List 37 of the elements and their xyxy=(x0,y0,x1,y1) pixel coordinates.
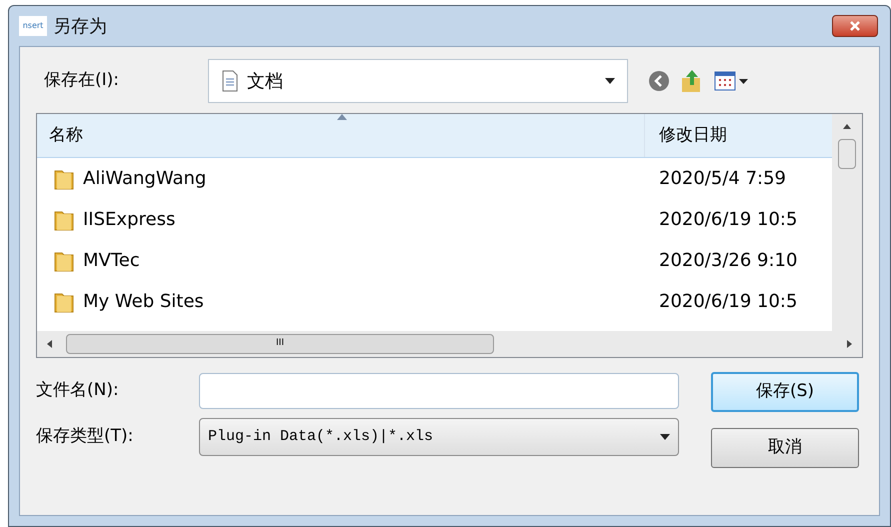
app-icon: nsert xyxy=(19,16,47,36)
date-cell-text: 2020/6/19 10:5 xyxy=(658,208,798,232)
horizontal-scrollbar[interactable]: III xyxy=(37,331,862,357)
date-cell-text: 2020/6/19 10:5 xyxy=(658,290,798,314)
dropdown-caret-icon xyxy=(660,434,670,440)
location-value: 文档 xyxy=(247,70,284,94)
scroll-right-icon xyxy=(847,340,852,348)
file-item[interactable]: IISExpress xyxy=(37,206,645,233)
scroll-thumb[interactable]: III xyxy=(66,334,494,354)
dialog-button[interactable]: 保存(S) xyxy=(711,372,859,412)
date-cell-text: 2020/5/4 7:59 xyxy=(658,167,786,191)
file-name-label: 文件名(N): xyxy=(36,379,120,402)
close-button[interactable] xyxy=(832,15,878,37)
window-title: 另存为 xyxy=(53,14,107,38)
date-cell-text: 2020/3/26 9:10 xyxy=(658,249,798,273)
caret-icon xyxy=(739,78,748,84)
file-item[interactable]: My Web Sites xyxy=(37,288,645,315)
scroll-left-icon xyxy=(47,340,52,348)
file-type-label: 保存类型(T): xyxy=(36,425,134,448)
file-item[interactable]: AliWangWang xyxy=(37,165,645,192)
file-name-field[interactable] xyxy=(199,373,679,409)
view-menu-button[interactable] xyxy=(714,71,748,91)
column-header[interactable]: 修改日期 xyxy=(645,114,832,157)
document-icon xyxy=(221,70,239,92)
scroll-up-icon xyxy=(843,124,851,129)
grid-view-icon xyxy=(714,71,736,91)
dropdown-caret-icon xyxy=(605,78,615,84)
scroll-thumb[interactable] xyxy=(838,139,856,169)
back-icon[interactable] xyxy=(648,70,670,92)
file-type-dropdown[interactable]: Plug-in Data(*.xls)|*.xls xyxy=(199,418,679,456)
dialog-button[interactable]: 取消 xyxy=(711,428,859,468)
location-dropdown[interactable]: 文档 xyxy=(208,59,628,103)
vertical-scrollbar[interactable] xyxy=(832,114,862,331)
close-icon xyxy=(849,20,861,32)
file-item[interactable]: MVTec xyxy=(37,247,645,274)
sort-arrow-icon xyxy=(337,114,347,120)
location-label: 保存在(I): xyxy=(43,69,120,92)
